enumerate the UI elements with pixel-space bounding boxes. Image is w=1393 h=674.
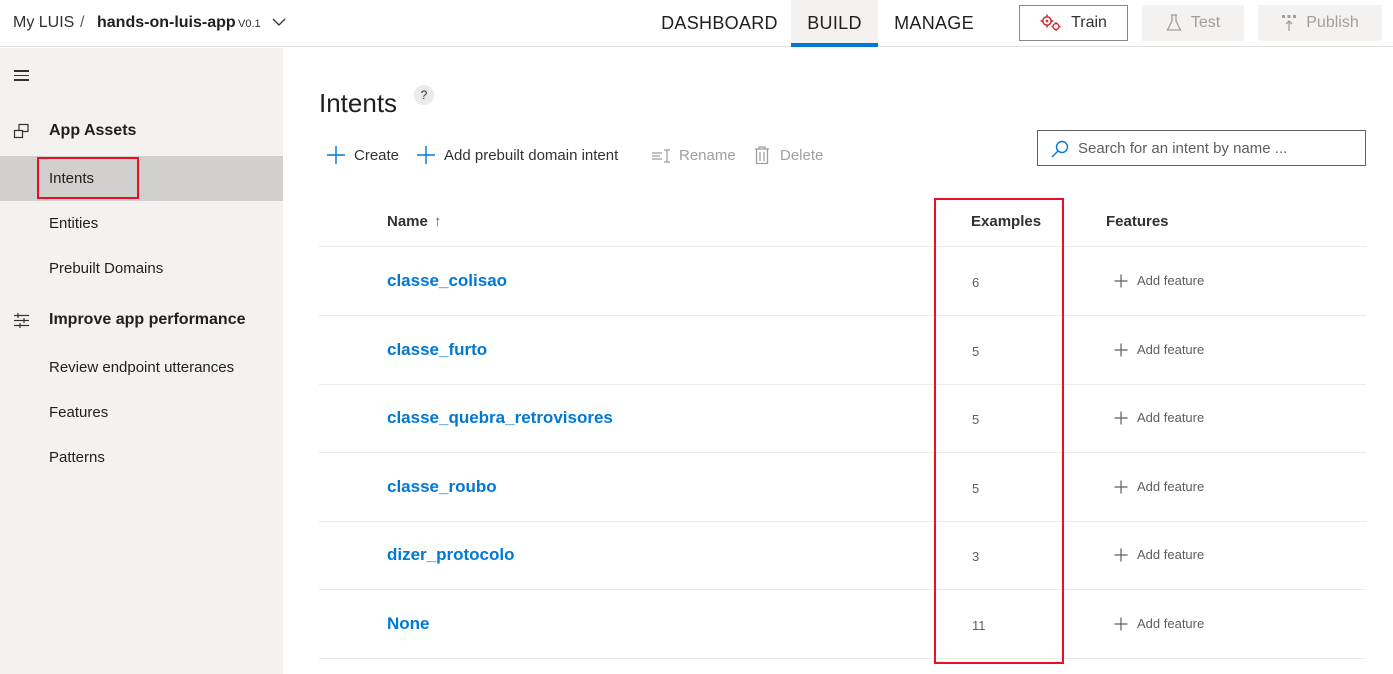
app-version: V0.1 [238, 18, 261, 30]
add-feature-button[interactable]: Add feature [1114, 616, 1204, 631]
breadcrumb-separator: / [80, 14, 85, 31]
add-feature-button[interactable]: Add feature [1114, 273, 1204, 288]
search-input[interactable] [1078, 137, 1358, 159]
create-label: Create [354, 146, 400, 164]
page-title: Intents [319, 88, 398, 118]
sidebar-item-patterns[interactable]: Patterns [0, 435, 283, 480]
add-feature-label: Add feature [1137, 547, 1205, 562]
sort-ascending-icon: ↑ [433, 213, 442, 230]
intent-name-link[interactable]: classe_colisao [387, 271, 507, 291]
table-row: classe_furto 5 Add feature [319, 316, 1366, 385]
add-prebuilt-domain-intent-button[interactable]: Add prebuilt domain intent [416, 143, 618, 167]
breadcrumb-app-name[interactable]: hands-on-luis-app [97, 14, 236, 32]
add-feature-button[interactable]: Add feature [1114, 342, 1204, 357]
table-row: dizer_protocolo 3 Add feature [319, 521, 1366, 590]
gears-icon [1040, 14, 1061, 31]
chevron-down-icon[interactable] [271, 14, 287, 30]
breadcrumb-home[interactable]: My LUIS [13, 14, 74, 32]
trash-icon [755, 146, 769, 165]
top-bar: My LUIS / hands-on-luis-app V0.1 DASHBOA… [0, 0, 1393, 47]
add-feature-button[interactable]: Add feature [1114, 547, 1204, 562]
flask-icon [1166, 14, 1182, 31]
test-button[interactable]: Test [1142, 5, 1244, 41]
app-assets-icon [13, 123, 29, 139]
add-feature-button[interactable]: Add feature [1114, 410, 1204, 425]
plus-icon [1114, 274, 1128, 287]
table-row: classe_roubo 5 Add feature [319, 453, 1366, 522]
publish-icon [1282, 15, 1297, 31]
add-feature-label: Add feature [1137, 479, 1205, 494]
add-feature-label: Add feature [1137, 342, 1205, 357]
sidebar-section-app-assets: App Assets [0, 116, 283, 146]
column-name-label: Name [387, 213, 428, 230]
train-label: Train [1071, 14, 1107, 31]
hamburger-menu-icon[interactable] [14, 70, 31, 83]
plus-icon [1114, 617, 1128, 630]
plus-icon [1114, 411, 1128, 424]
test-label: Test [1190, 14, 1221, 31]
sidebar-section-label: Improve app performance [49, 311, 246, 328]
publish-button[interactable]: Publish [1258, 5, 1382, 41]
plus-icon [417, 146, 435, 164]
plus-icon [327, 146, 345, 164]
sidebar-item-entities[interactable]: Entities [0, 201, 283, 246]
help-icon[interactable]: ? [414, 85, 434, 105]
sliders-icon [14, 313, 29, 328]
sidebar-item-prebuilt-domains[interactable]: Prebuilt Domains [0, 246, 283, 291]
sidebar-item-features[interactable]: Features [0, 390, 283, 435]
add-feature-label: Add feature [1137, 410, 1205, 425]
rename-label: Rename [679, 146, 736, 164]
plus-icon [1114, 480, 1128, 493]
sidebar: App Assets Intents Entities Prebuilt Dom… [0, 48, 283, 674]
delete-button[interactable]: Delete [752, 143, 823, 167]
sidebar-section-label: App Assets [49, 122, 137, 139]
highlight-box-examples [934, 198, 1064, 664]
intent-name-link[interactable]: dizer_protocolo [387, 545, 515, 565]
add-feature-label: Add feature [1137, 273, 1205, 288]
add-prebuilt-label: Add prebuilt domain intent [444, 146, 619, 164]
highlight-box-intents [37, 157, 139, 199]
publish-label: Publish [1306, 14, 1359, 31]
rename-icon [652, 149, 670, 163]
tab-dashboard[interactable]: DASHBOARD [652, 0, 787, 47]
tab-manage[interactable]: MANAGE [884, 0, 984, 47]
train-button[interactable]: Train [1019, 5, 1128, 41]
intent-name-link[interactable]: classe_quebra_retrovisores [387, 408, 613, 428]
column-header-features[interactable]: Features [1106, 213, 1169, 230]
add-feature-label: Add feature [1137, 616, 1205, 631]
intent-name-link[interactable]: None [387, 614, 430, 634]
plus-icon [1114, 343, 1128, 356]
tab-build[interactable]: BUILD [791, 0, 878, 47]
table-row: classe_quebra_retrovisores 5 Add feature [319, 384, 1366, 453]
search-box [1037, 130, 1366, 166]
rename-button[interactable]: Rename [651, 143, 736, 167]
intent-name-link[interactable]: classe_roubo [387, 477, 497, 497]
sidebar-section-improve: Improve app performance [0, 305, 283, 335]
table-row: classe_colisao 6 Add feature [319, 247, 1366, 316]
plus-icon [1114, 548, 1128, 561]
search-icon [1051, 140, 1069, 158]
add-feature-button[interactable]: Add feature [1114, 479, 1204, 494]
sidebar-item-review-endpoint-utterances[interactable]: Review endpoint utterances [0, 345, 283, 390]
delete-label: Delete [780, 146, 824, 164]
column-header-name[interactable]: Name ↑ [387, 213, 441, 230]
table-row: None 11 Add feature [319, 590, 1366, 659]
intent-name-link[interactable]: classe_furto [387, 340, 487, 360]
create-button[interactable]: Create [326, 143, 399, 167]
